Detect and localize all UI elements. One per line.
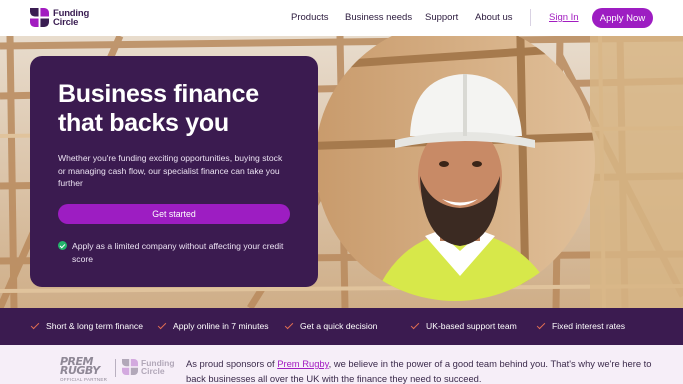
checkmark-icon xyxy=(536,322,545,331)
hero-subtitle: Whether you're funding exciting opportun… xyxy=(58,153,283,188)
nav-about-us[interactable]: About us xyxy=(475,12,513,23)
feature-item: UK-based support team xyxy=(410,321,517,331)
funding-circle-logo-icon xyxy=(122,359,138,375)
apply-now-button[interactable]: Apply Now xyxy=(592,8,653,28)
funding-circle-logo-icon xyxy=(30,8,49,27)
logo-divider xyxy=(115,359,116,377)
credit-score-note-text: Apply as a limited company without affec… xyxy=(72,241,284,264)
sponsor-text: As proud sponsors of Prem Rugby, we beli… xyxy=(186,358,652,384)
features-band: Short & long term finance Apply online i… xyxy=(0,308,683,345)
feature-label: Short & long term finance xyxy=(46,321,143,331)
feature-item: Apply online in 7 minutes xyxy=(157,321,269,331)
hero-card: Business finance that backs you Whether … xyxy=(30,56,318,287)
nav-divider xyxy=(530,9,531,26)
prem-rugby-link[interactable]: Prem Rugby xyxy=(277,358,328,369)
feature-label: Apply online in 7 minutes xyxy=(173,321,269,331)
credit-score-note: Apply as a limited company without affec… xyxy=(58,240,298,265)
feature-label: Fixed interest rates xyxy=(552,321,626,331)
site-header: Funding Circle Products Business needs S… xyxy=(0,0,683,36)
checkmark-icon xyxy=(157,322,166,331)
get-started-button[interactable]: Get started xyxy=(58,204,290,224)
prem-rugby-logo: PREM RUGBY OFFICIAL PARTNER xyxy=(60,355,108,382)
sponsor-band: PREM RUGBY OFFICIAL PARTNER Funding Circ… xyxy=(0,345,683,384)
nav-products[interactable]: Products xyxy=(291,12,329,23)
funding-circle-logo[interactable]: Funding Circle xyxy=(30,8,89,27)
feature-item: Get a quick decision xyxy=(284,321,377,331)
feature-label: UK-based support team xyxy=(426,321,517,331)
nav-business-needs[interactable]: Business needs xyxy=(345,12,412,23)
sign-in-link[interactable]: Sign In xyxy=(549,12,579,23)
logo-text-circle: Circle xyxy=(53,16,79,28)
feature-item: Fixed interest rates xyxy=(536,321,625,331)
feature-label: Get a quick decision xyxy=(300,321,378,331)
checkmark-icon xyxy=(410,322,419,331)
hero-section: Business finance that backs you Whether … xyxy=(0,36,683,308)
check-circle-icon xyxy=(58,241,67,250)
checkmark-icon xyxy=(30,322,39,331)
checkmark-icon xyxy=(284,322,293,331)
funding-circle-partner-logo: Funding Circle xyxy=(122,359,175,375)
nav-support[interactable]: Support xyxy=(425,12,458,23)
hero-title: Business finance that backs you xyxy=(58,80,259,137)
feature-item: Short & long term finance xyxy=(30,321,143,331)
